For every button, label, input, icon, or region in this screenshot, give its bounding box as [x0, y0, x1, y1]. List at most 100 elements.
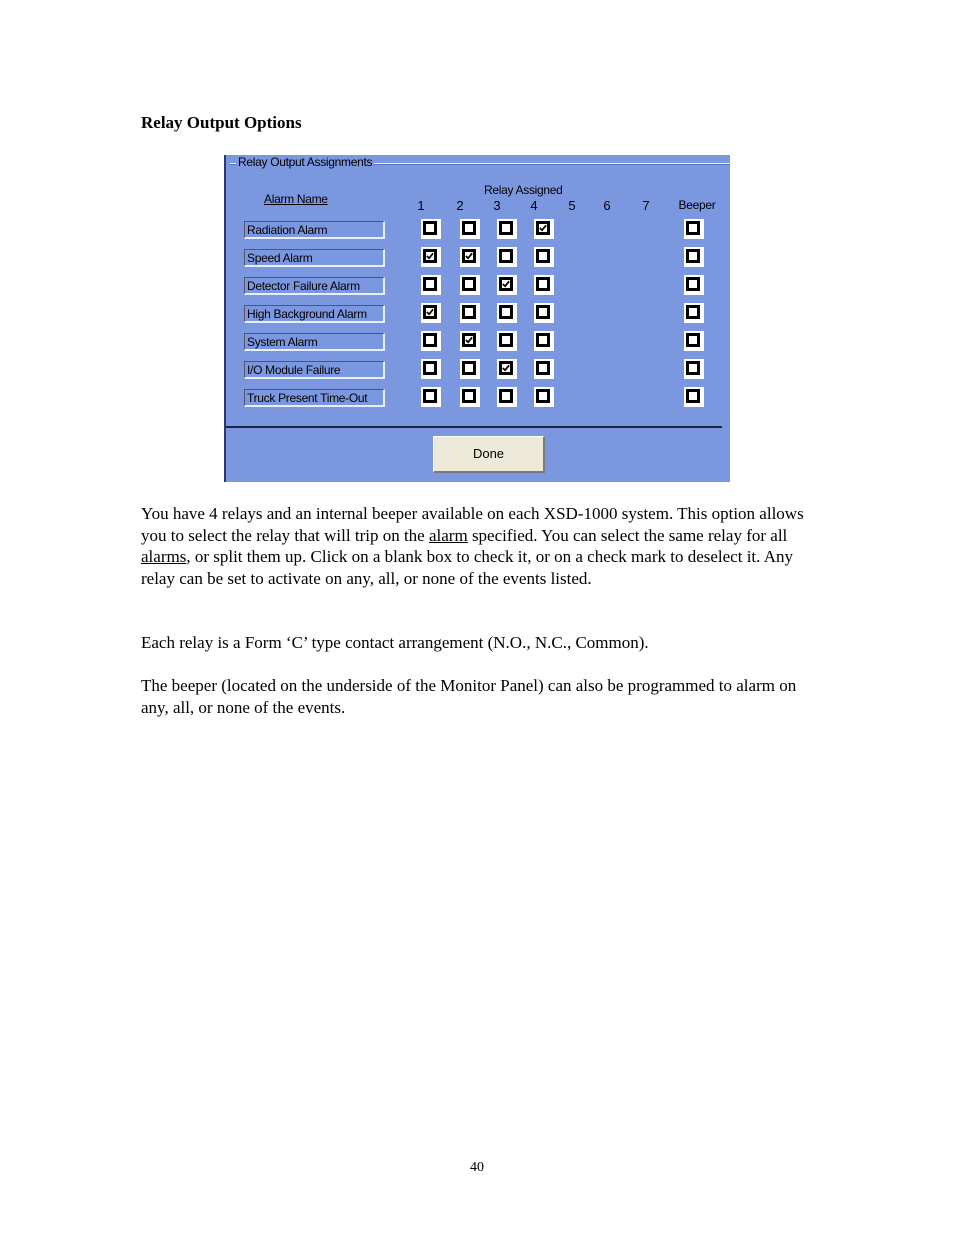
alarm-name-field: Truck Present Time-Out: [244, 389, 385, 407]
alarm-link[interactable]: alarm: [429, 526, 468, 545]
relay-2-checkbox[interactable]: [460, 331, 480, 351]
beeper-checkbox[interactable]: [684, 275, 704, 295]
checkbox-box: [536, 249, 550, 263]
beeper-checkbox[interactable]: [684, 247, 704, 267]
checkbox-box: [536, 361, 550, 375]
beeper-checkbox[interactable]: [684, 359, 704, 379]
relay-4-checkbox[interactable]: [534, 387, 554, 407]
check-mark-icon: [465, 336, 473, 344]
checkbox-box: [462, 361, 476, 375]
relay-1-checkbox[interactable]: [421, 331, 441, 351]
checkbox-box: [686, 249, 700, 263]
done-button[interactable]: Done: [433, 436, 545, 473]
checkbox-box: [499, 305, 513, 319]
checkbox-box: [423, 333, 437, 347]
alarm-name-field: High Background Alarm: [244, 305, 385, 323]
column-header-1: 1: [417, 198, 425, 213]
relay-3-checkbox[interactable]: [497, 303, 517, 323]
relay-3-checkbox[interactable]: [497, 275, 517, 295]
alarms-link[interactable]: alarms: [141, 547, 186, 566]
column-header-4: 4: [530, 198, 538, 213]
text: , or split them up. Click on a blank box…: [141, 547, 793, 588]
relay-2-checkbox[interactable]: [460, 303, 480, 323]
relay-2-checkbox[interactable]: [460, 275, 480, 295]
checkbox-box: [423, 221, 437, 235]
alarm-name-field: Detector Failure Alarm: [244, 277, 385, 295]
relay-output-assignments-dialog: Relay Output Assignments Alarm Name Rela…: [224, 155, 730, 482]
relay-4-checkbox[interactable]: [534, 275, 554, 295]
alarm-name-field: Speed Alarm: [244, 249, 385, 267]
relay-3-checkbox[interactable]: [497, 359, 517, 379]
checkbox-box: [423, 361, 437, 375]
checkbox-box: [499, 389, 513, 403]
check-mark-icon: [426, 252, 434, 260]
relay-2-checkbox[interactable]: [460, 387, 480, 407]
column-header-2: 2: [456, 198, 464, 213]
relay-4-checkbox[interactable]: [534, 303, 554, 323]
paragraph-form-c: Each relay is a Form ‘C’ type contact ar…: [141, 633, 649, 652]
checkbox-box: [536, 221, 550, 235]
checkbox-box: [423, 389, 437, 403]
paragraph-relays: You have 4 relays and an internal beeper…: [141, 503, 821, 589]
relay-3-checkbox[interactable]: [497, 331, 517, 351]
relay-1-checkbox[interactable]: [421, 247, 441, 267]
checkbox-box: [462, 389, 476, 403]
section-heading: Relay Output Options: [141, 113, 302, 132]
checkbox-box: [462, 277, 476, 291]
relay-4-checkbox[interactable]: [534, 359, 554, 379]
checkbox-box: [499, 333, 513, 347]
checkbox-box: [536, 333, 550, 347]
checkbox-box: [423, 249, 437, 263]
paragraph-beeper: The beeper (located on the underside of …: [141, 676, 797, 717]
checkbox-box: [423, 277, 437, 291]
alarm-name-header: Alarm Name: [264, 192, 328, 206]
checkbox-box: [536, 277, 550, 291]
checkbox-box: [499, 361, 513, 375]
checkbox-box: [462, 305, 476, 319]
checkbox-box: [536, 389, 550, 403]
column-header-3: 3: [493, 198, 501, 213]
checkbox-box: [536, 305, 550, 319]
checkbox-box: [499, 221, 513, 235]
checkbox-box: [686, 305, 700, 319]
column-header-6: 6: [603, 198, 611, 213]
relay-4-checkbox[interactable]: [534, 331, 554, 351]
checkbox-box: [686, 333, 700, 347]
relay-2-checkbox[interactable]: [460, 247, 480, 267]
checkbox-box: [499, 249, 513, 263]
check-mark-icon: [539, 224, 547, 232]
checkbox-box: [462, 221, 476, 235]
column-header-5: 5: [568, 198, 576, 213]
relay-1-checkbox[interactable]: [421, 303, 441, 323]
alarm-name-field: Radiation Alarm: [244, 221, 385, 239]
beeper-checkbox[interactable]: [684, 387, 704, 407]
relay-assigned-header: Relay Assigned: [484, 183, 563, 197]
column-header-beeper: Beeper: [678, 198, 716, 212]
checkbox-box: [686, 361, 700, 375]
check-mark-icon: [502, 364, 510, 372]
column-header-7: 7: [642, 198, 650, 213]
check-mark-icon: [465, 252, 473, 260]
checkbox-box: [423, 305, 437, 319]
relay-3-checkbox[interactable]: [497, 247, 517, 267]
relay-4-checkbox[interactable]: [534, 247, 554, 267]
relay-4-checkbox[interactable]: [534, 219, 554, 239]
relay-1-checkbox[interactable]: [421, 359, 441, 379]
relay-1-checkbox[interactable]: [421, 275, 441, 295]
relay-3-checkbox[interactable]: [497, 387, 517, 407]
checkbox-box: [686, 221, 700, 235]
check-mark-icon: [426, 308, 434, 316]
beeper-checkbox[interactable]: [684, 219, 704, 239]
text: specified. You can select the same relay…: [467, 525, 788, 545]
group-title: Relay Output Assignments: [236, 155, 375, 169]
relay-3-checkbox[interactable]: [497, 219, 517, 239]
relay-1-checkbox[interactable]: [421, 219, 441, 239]
checkbox-box: [686, 389, 700, 403]
beeper-checkbox[interactable]: [684, 331, 704, 351]
relay-2-checkbox[interactable]: [460, 359, 480, 379]
page-number: 40: [470, 1160, 484, 1175]
checkbox-box: [462, 333, 476, 347]
relay-2-checkbox[interactable]: [460, 219, 480, 239]
beeper-checkbox[interactable]: [684, 303, 704, 323]
relay-1-checkbox[interactable]: [421, 387, 441, 407]
